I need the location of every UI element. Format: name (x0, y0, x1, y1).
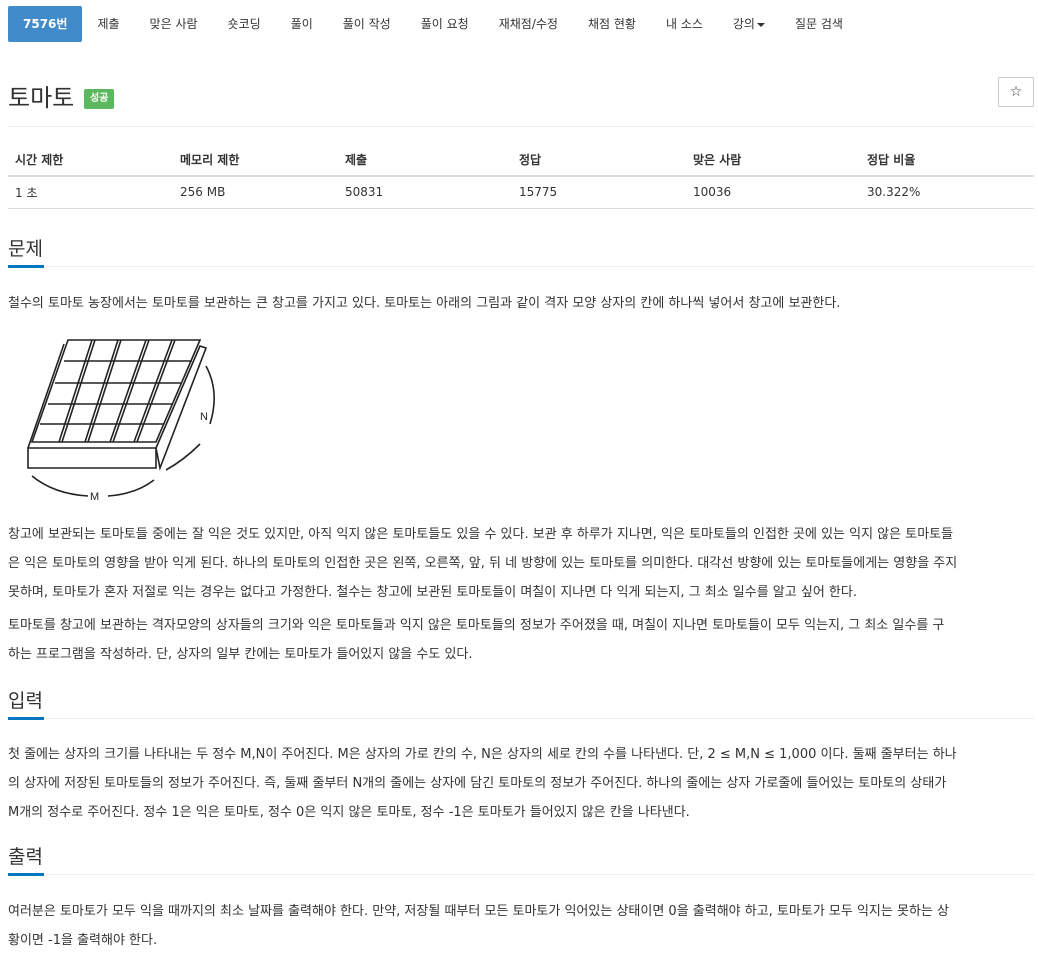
tab-problem-number[interactable]: 7576번 (8, 6, 83, 42)
output-paragraph: 여러분은 토마토가 모두 익을 때까지의 최소 날짜를 출력해야 한다. 만약,… (8, 897, 1034, 955)
section-divider (8, 874, 1034, 875)
text-line: 황이면 -1을 출력해야 한다. (8, 933, 158, 948)
value-submissions: 50831 (338, 176, 512, 209)
tab-lectures-label: 강의 (732, 17, 755, 31)
star-button[interactable]: ☆ (998, 77, 1034, 107)
problem-tabs: 7576번 제출 맞은 사람 숏코딩 풀이 풀이 작성 풀이 요청 재채점/수정… (8, 6, 858, 42)
tab-solutions[interactable]: 풀이 (276, 6, 328, 42)
title-divider (8, 126, 1034, 127)
input-paragraph: 첫 줄에는 상자의 크기를 나타내는 두 정수 M,N이 주어진다. M은 상자… (8, 740, 1034, 827)
status-badge: 성공 (84, 89, 115, 109)
header-time-limit: 시간 제한 (8, 144, 173, 177)
text-line: 토마토를 창고에 보관하는 격자모양의 상자들의 크기와 익은 토마토들과 익지… (8, 618, 945, 633)
value-solvers: 10036 (686, 176, 860, 209)
section-marker (8, 265, 44, 268)
header-accepted: 정답 (512, 144, 686, 177)
value-accept-ratio: 30.322% (860, 176, 1034, 209)
header-memory-limit: 메모리 제한 (173, 144, 338, 177)
problem-info-table: 시간 제한 메모리 제한 제출 정답 맞은 사람 정답 비율 1 초 256 M… (8, 144, 1034, 209)
text-line: 은 익은 토마토의 영향을 받아 익게 된다. 하나의 토마토의 인접한 곳은 … (8, 556, 958, 571)
text-line: 못하며, 토마토가 혼자 저절로 익는 경우는 없다고 가정한다. 철수는 창고… (8, 585, 857, 600)
section-heading-problem: 문제 (8, 238, 43, 260)
problem-paragraph-2: 창고에 보관되는 토마토들 중에는 잘 익은 것도 있지만, 아직 익지 않은 … (8, 520, 1034, 607)
section-marker (8, 873, 44, 876)
tab-submit[interactable]: 제출 (82, 6, 134, 42)
tab-my-source[interactable]: 내 소스 (651, 6, 718, 42)
problem-paragraph-3: 토마토를 창고에 보관하는 격자모양의 상자들의 크기와 익은 토마토들과 익지… (8, 611, 1034, 669)
table-header-row: 시간 제한 메모리 제한 제출 정답 맞은 사람 정답 비율 (8, 144, 1034, 177)
text-line: 첫 줄에는 상자의 크기를 나타내는 두 정수 M,N이 주어진다. M은 상자… (8, 747, 957, 762)
star-icon: ☆ (1009, 84, 1023, 100)
tomato-box-figure: N M (27, 339, 215, 503)
tab-request-solution[interactable]: 풀이 요청 (406, 6, 484, 42)
value-accepted: 15775 (512, 176, 686, 209)
header-accept-ratio: 정답 비율 (860, 144, 1034, 177)
tab-lectures[interactable]: 강의 (718, 6, 780, 42)
problem-page: 7576번 제출 맞은 사람 숏코딩 풀이 풀이 작성 풀이 요청 재채점/수정… (0, 0, 1038, 956)
tab-solvers[interactable]: 맞은 사람 (135, 6, 213, 42)
tab-rejudge[interactable]: 재채점/수정 (484, 6, 573, 42)
section-heading-input: 입력 (8, 690, 43, 712)
section-divider (8, 718, 1034, 719)
figure-label-n: N (200, 411, 208, 423)
figure-label-m: M (90, 491, 99, 503)
value-memory-limit: 256 MB (173, 176, 338, 209)
section-marker (8, 717, 44, 720)
header-solvers: 맞은 사람 (686, 144, 860, 177)
text-line: 창고에 보관되는 토마토들 중에는 잘 익은 것도 있지만, 아직 익지 않은 … (8, 527, 954, 542)
caret-down-icon (756, 22, 765, 27)
text-line: 하는 프로그램을 작성하라. 단, 상자의 일부 칸에는 토마토가 들어있지 않… (8, 647, 473, 662)
problem-paragraph-1: 철수의 토마토 농장에서는 토마토를 보관하는 큰 창고를 가지고 있다. 토마… (8, 296, 841, 311)
section-heading-output: 출력 (8, 846, 43, 868)
text-line: 의 상자에 저장된 토마토들의 정보가 주어진다. 즉, 둘째 줄부터 N개의 … (8, 776, 947, 791)
tab-question-search[interactable]: 질문 검색 (780, 6, 858, 42)
tab-short-coding[interactable]: 숏코딩 (213, 6, 276, 42)
tab-status[interactable]: 채점 현황 (573, 6, 651, 42)
table-row: 1 초 256 MB 50831 15775 10036 30.322% (8, 176, 1034, 209)
page-title: 토마토 (8, 84, 75, 112)
section-divider (8, 266, 1034, 267)
text-line: 여러분은 토마토가 모두 익을 때까지의 최소 날짜를 출력해야 한다. 만약,… (8, 904, 949, 919)
value-time-limit: 1 초 (8, 176, 173, 209)
tab-write-solution[interactable]: 풀이 작성 (328, 6, 406, 42)
header-submissions: 제출 (338, 144, 512, 177)
text-line: M개의 정수로 주어진다. 정수 1은 익은 토마토, 정수 0은 익지 않은 … (8, 805, 690, 820)
